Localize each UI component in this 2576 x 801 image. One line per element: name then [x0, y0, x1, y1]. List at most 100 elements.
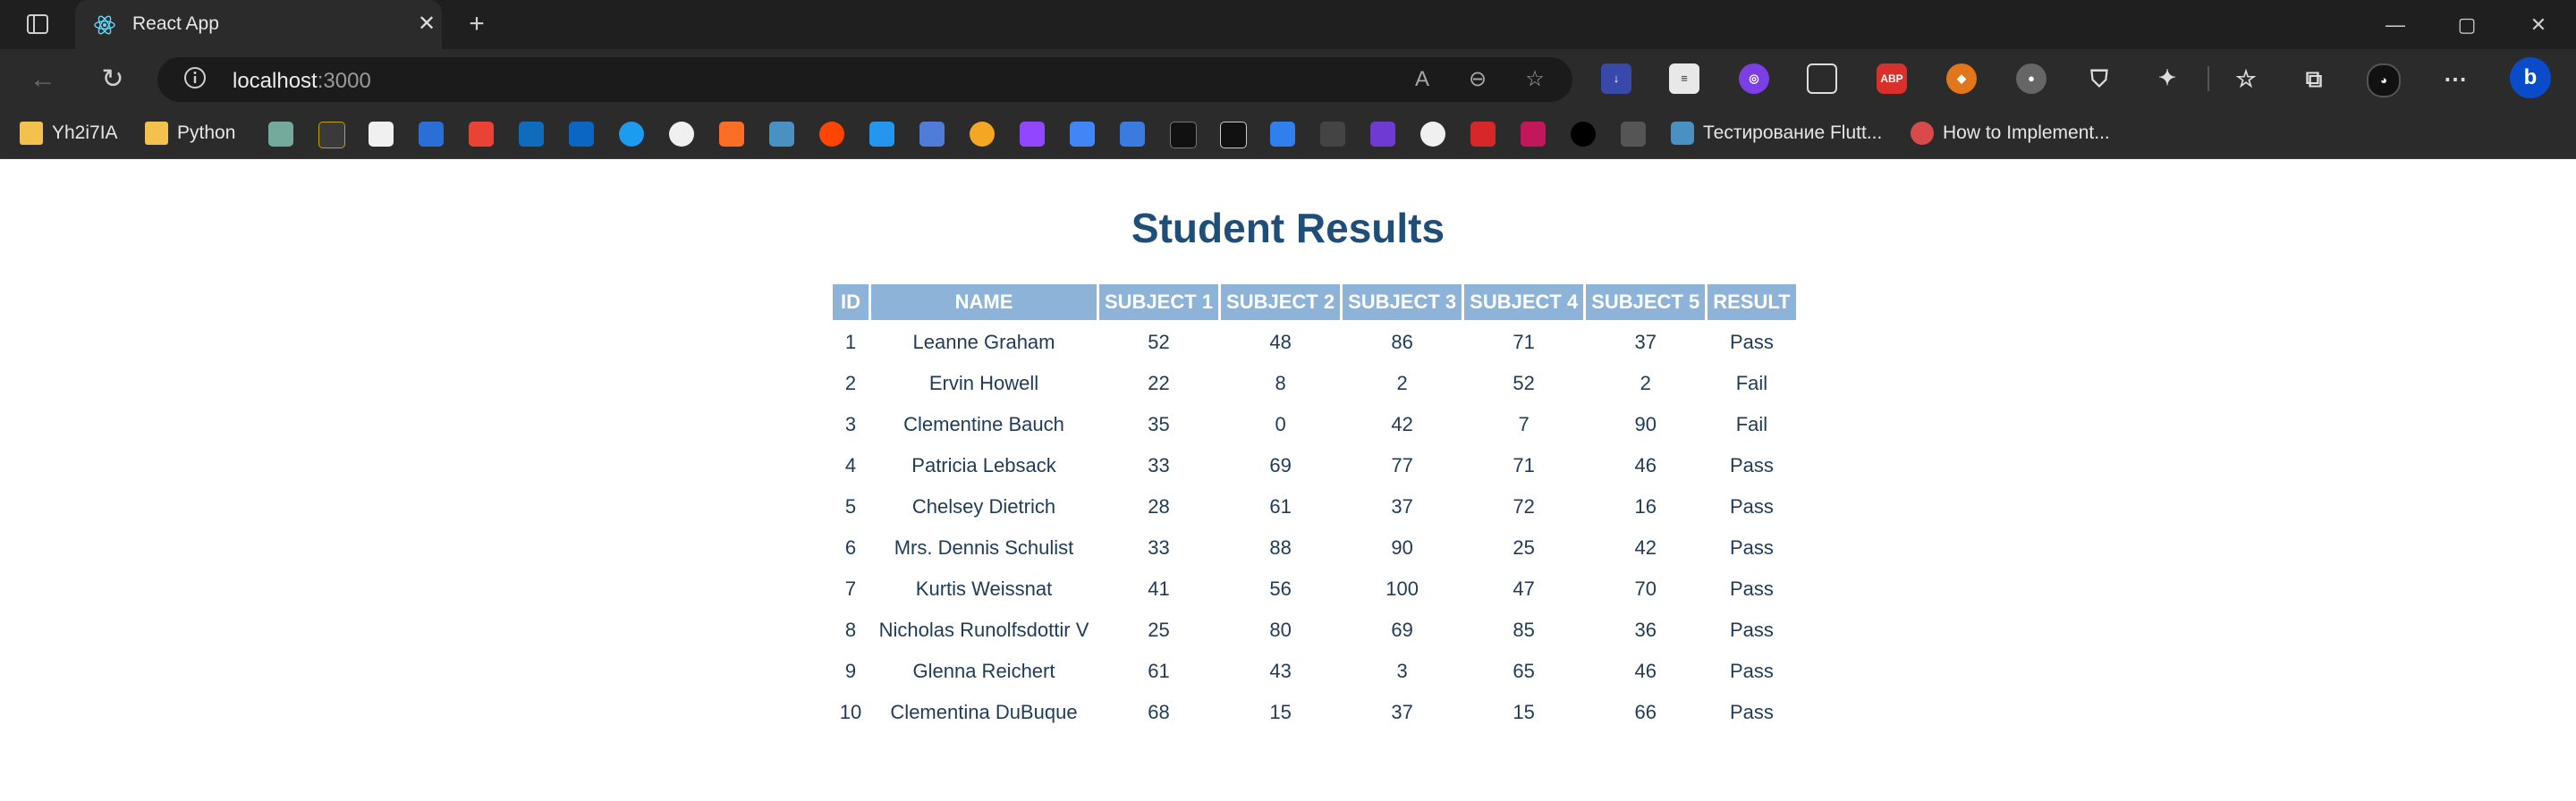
outlook-bookmark-icon[interactable] — [519, 122, 544, 147]
site-info-icon[interactable] — [181, 65, 209, 94]
cell-subject-3: 3 — [1396, 659, 1408, 682]
header-result: RESULT — [1707, 284, 1796, 320]
cell-subject-1: 25 — [1148, 618, 1170, 641]
tab-actions-icon[interactable] — [23, 11, 52, 39]
docker-bookmark-icon[interactable] — [869, 122, 894, 147]
chart-bookmark-icon[interactable] — [1521, 122, 1546, 147]
cell-subject-4: 25 — [1513, 535, 1535, 559]
cell-name: Mrs. Dennis Schulist — [894, 535, 1074, 559]
zoom-out-icon[interactable]: ⊖ — [1463, 65, 1492, 94]
cell-subject-1: 33 — [1148, 453, 1170, 476]
character-bookmark-icon[interactable] — [1621, 122, 1646, 147]
site-bookmark-icon[interactable] — [769, 122, 794, 147]
cell-subject-4: 85 — [1513, 618, 1535, 641]
read-aloud-icon[interactable]: A — [1408, 65, 1436, 94]
hd-bookmark-icon[interactable] — [1320, 122, 1345, 147]
colorful-bookmark-icon[interactable] — [1370, 122, 1395, 147]
cell-result: Pass — [1729, 700, 1774, 723]
folder-icon — [20, 122, 43, 145]
dark-bookmark-icon[interactable] — [1170, 122, 1197, 148]
document-bookmark-icon[interactable] — [369, 122, 394, 147]
profile-avatar[interactable]: ◕ — [2367, 63, 2401, 97]
cell-id: 1 — [844, 330, 857, 353]
cell-subject-1: 35 — [1148, 412, 1170, 435]
maximize-icon[interactable]: ▢ — [2453, 11, 2481, 39]
window-extension-icon[interactable] — [1807, 63, 1837, 94]
github-bookmark-icon[interactable] — [669, 122, 694, 147]
circle-bookmark-icon[interactable] — [970, 122, 995, 147]
document-extension-icon[interactable]: ≡ — [1669, 63, 1699, 94]
mt-bookmark-icon[interactable] — [318, 122, 345, 148]
vpn-extension-icon[interactable]: ◎ — [1739, 63, 1769, 94]
cell-subject-4: 65 — [1513, 659, 1535, 682]
cell-result: Fail — [1735, 412, 1768, 435]
cell-subject-1: 41 — [1148, 577, 1170, 600]
cell-id: 8 — [844, 618, 857, 641]
header-id: ID — [833, 284, 869, 320]
translate-bookmark-icon[interactable] — [1070, 122, 1095, 147]
cell-result: Pass — [1729, 330, 1774, 353]
cell-name: Kurtis Weissnat — [915, 577, 1053, 600]
refresh-icon[interactable]: ↻ — [95, 62, 131, 97]
bookmark-folder-yh2i7ia[interactable]: Yh2i7IA — [20, 119, 118, 148]
app-bookmark-icon[interactable] — [919, 122, 945, 147]
cell-id: 7 — [844, 577, 857, 600]
spotify-bookmark-icon[interactable] — [1420, 122, 1445, 147]
folder-icon — [145, 122, 168, 145]
cell-subject-5: 46 — [1634, 659, 1657, 682]
table-row: 10 Clementina DuBuque 68 15 37 15 66 Pas… — [833, 693, 1796, 731]
favorites-icon[interactable]: ☆ — [2231, 63, 2261, 94]
new-tab-icon[interactable]: + — [462, 11, 491, 39]
cell-subject-2: 88 — [1269, 535, 1292, 559]
cell-id: 4 — [844, 453, 857, 476]
cell-subject-5: 70 — [1634, 577, 1657, 600]
twitter-bookmark-icon[interactable] — [619, 122, 644, 147]
bing-copilot-icon[interactable]: b — [2510, 57, 2551, 98]
close-tab-icon[interactable]: ✕ — [413, 11, 440, 38]
a-bookmark-icon[interactable] — [1470, 122, 1496, 147]
address-bar[interactable]: localhost:3000 A ⊖ ☆ — [157, 57, 1572, 102]
bookmark-label: How to Implement... — [1943, 122, 2110, 143]
more-options-icon[interactable]: ⋯ — [2440, 63, 2470, 94]
adblock-plus-icon[interactable]: ABP — [1877, 63, 1907, 94]
url-port: :3000 — [317, 69, 371, 93]
tab-title: React App — [132, 13, 219, 34]
cell-subject-3: 77 — [1391, 453, 1413, 476]
toolbar-separator — [2207, 66, 2209, 91]
gitlab-bookmark-icon[interactable] — [719, 122, 744, 147]
bookmark-folder-python[interactable]: Python — [145, 119, 235, 148]
add-favorite-icon[interactable]: ☆ — [1521, 65, 1549, 94]
chatgpt-bookmark-icon[interactable] — [268, 122, 293, 147]
black-circle-bookmark-icon[interactable] — [1571, 122, 1596, 147]
browser-tab-active[interactable]: React App ✕ — [75, 0, 442, 49]
linkedin-bookmark-icon[interactable] — [569, 122, 594, 147]
s-bookmark-icon[interactable] — [1220, 122, 1247, 148]
extensions-puzzle-icon[interactable]: ✦ — [2152, 63, 2182, 94]
collections-icon[interactable]: ⧉ — [2299, 63, 2329, 94]
media-extension-icon[interactable]: ● — [2016, 63, 2046, 94]
gmail-bookmark-icon[interactable] — [469, 122, 494, 147]
cell-result: Pass — [1729, 659, 1774, 682]
download-extension-icon[interactable]: ↓ — [1601, 63, 1631, 94]
shield-extension-icon[interactable]: ⛉ — [2084, 63, 2114, 94]
metamask-icon[interactable]: ◆ — [1946, 63, 1977, 94]
close-window-icon[interactable]: ✕ — [2524, 11, 2553, 39]
bookmark-label: Python — [177, 122, 236, 143]
mail-bookmark-icon[interactable] — [419, 122, 444, 147]
cell-subject-1: 68 — [1148, 700, 1170, 723]
table-row: 4 Patricia Lebsack 33 69 77 71 46 Pass — [833, 446, 1796, 485]
table-row: 2 Ervin Howell 22 8 2 52 2 Fail — [833, 364, 1796, 402]
twitch-bookmark-icon[interactable] — [1020, 122, 1045, 147]
table-row: 3 Clementine Bauch 35 0 42 7 90 Fail — [833, 405, 1796, 443]
cell-subject-5: 90 — [1634, 412, 1657, 435]
blue-bookmark-icon[interactable] — [1120, 122, 1145, 147]
link-bookmark-icon[interactable] — [1270, 122, 1295, 147]
cell-subject-2: 56 — [1269, 577, 1292, 600]
cell-name: Glenna Reichert — [912, 659, 1055, 682]
bookmark-testing-flutter[interactable]: Тестирование Flutt... — [1671, 119, 1882, 148]
bookmark-how-to-implement[interactable]: How to Implement... — [1911, 119, 2110, 148]
minimize-icon[interactable]: — — [2381, 11, 2410, 39]
cell-subject-2: 80 — [1269, 618, 1292, 641]
back-icon[interactable]: ← — [25, 62, 61, 97]
reddit-bookmark-icon[interactable] — [819, 122, 844, 147]
